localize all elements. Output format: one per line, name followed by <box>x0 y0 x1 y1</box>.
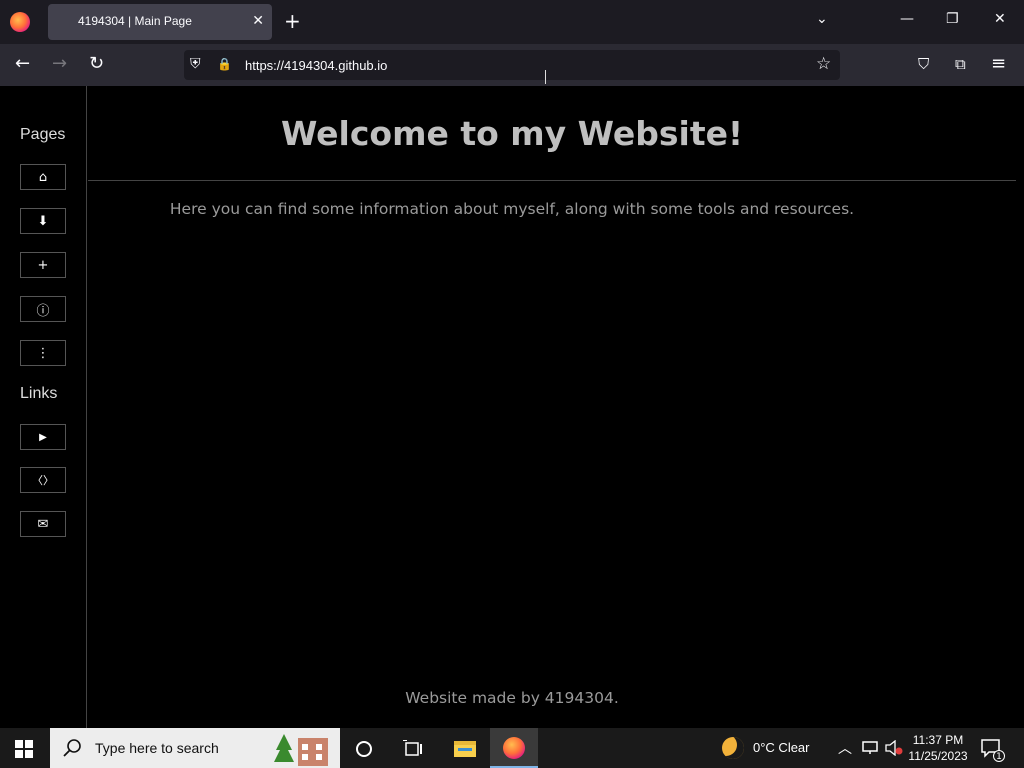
page-content: Pages ⌂ ⬇ + ⓘ ⋮ Links ▶ 〈〉 ✉ Welcome to … <box>0 86 1024 728</box>
firefox-taskbar-button[interactable] <box>490 728 538 768</box>
search-highlight-icon <box>274 734 328 766</box>
home-icon: ⌂ <box>38 169 48 185</box>
windows-start-icon[interactable] <box>15 740 33 758</box>
sidebar-item-plus[interactable]: + <box>20 252 66 278</box>
intro-text: Here you can find some information about… <box>169 200 855 218</box>
info-icon: ⓘ <box>36 303 50 319</box>
notification-count-badge: 1 <box>993 750 1005 762</box>
time-text: 11:37 PM <box>912 733 964 747</box>
restore-button[interactable]: ❐ <box>946 11 959 27</box>
search-placeholder: Type here to search <box>95 740 219 756</box>
sidebar: Pages ⌂ ⬇ + ⓘ ⋮ Links ▶ 〈〉 ✉ <box>0 86 87 728</box>
sidebar-link-play[interactable]: ▶ <box>20 424 66 450</box>
links-heading: Links <box>20 385 58 402</box>
firefox-icon[interactable] <box>10 12 30 32</box>
sidebar-item-home[interactable]: ⌂ <box>20 164 66 190</box>
plus-icon: + <box>37 257 49 273</box>
menu-icon[interactable]: ≡ <box>991 54 1006 74</box>
url-text[interactable]: https://4194304.github.io <box>245 58 387 73</box>
reload-button[interactable]: ↻ <box>89 54 104 74</box>
sidebar-item-download[interactable]: ⬇ <box>20 208 66 234</box>
pocket-icon[interactable]: ⛉ <box>918 54 929 74</box>
volume-muted-icon[interactable] <box>884 740 904 756</box>
close-window-button[interactable]: ✕ <box>994 11 1006 27</box>
file-explorer-icon[interactable] <box>454 739 476 757</box>
moon-weather-icon[interactable] <box>722 737 744 759</box>
cortana-icon[interactable] <box>355 740 373 758</box>
url-bar[interactable]: ⛨ 🔒 https://4194304.github.io ☆ <box>184 50 840 80</box>
sidebar-item-more[interactable]: ⋮ <box>20 340 66 366</box>
tab-main-page[interactable]: 4194304 | Main Page ✕ <box>48 4 272 40</box>
new-tab-button[interactable]: + <box>284 9 301 33</box>
forward-button[interactable]: → <box>52 54 67 74</box>
close-tab-icon[interactable]: ✕ <box>252 13 264 29</box>
taskbar: Type here to search 0°C Clear ︿ 11:37 PM… <box>0 728 1024 768</box>
sidebar-link-code[interactable]: 〈〉 <box>20 467 66 493</box>
code-icon: 〈〉 <box>32 474 54 487</box>
task-view-icon[interactable] <box>403 740 423 758</box>
page-title: Welcome to my Website! <box>280 114 744 153</box>
tab-bar: 4194304 | Main Page ✕ + ⌄ — ❐ ✕ <box>0 0 1024 44</box>
nav-bar: ← → ↻ ⛨ 🔒 https://4194304.github.io ☆ ⛉ … <box>0 44 1024 86</box>
lock-icon[interactable]: 🔒 <box>217 57 232 71</box>
download-icon: ⬇ <box>37 213 49 229</box>
list-all-tabs-icon[interactable]: ⌄ <box>816 11 828 27</box>
divider <box>88 180 1016 181</box>
tab-title: 4194304 | Main Page <box>78 14 192 28</box>
extensions-icon[interactable]: ⧉ <box>955 54 966 74</box>
play-icon: ▶ <box>39 431 47 443</box>
footer-text: Website made by 4194304. <box>405 689 619 707</box>
pages-heading: Pages <box>20 126 66 143</box>
search-icon <box>63 739 81 757</box>
system-clock[interactable]: 11:37 PM 11/25/2023 <box>904 732 972 764</box>
minimize-button[interactable]: — <box>900 11 914 27</box>
network-icon[interactable] <box>861 741 879 755</box>
weather-text[interactable]: 0°C Clear <box>753 740 810 755</box>
chevron-up-icon[interactable]: ︿ <box>838 738 852 758</box>
mail-icon: ✉ <box>37 516 49 532</box>
sidebar-item-info[interactable]: ⓘ <box>20 296 66 322</box>
shield-icon[interactable]: ⛨ <box>190 56 201 72</box>
text-cursor <box>545 70 546 84</box>
bookmark-star-icon[interactable]: ☆ <box>816 54 831 74</box>
date-text: 11/25/2023 <box>908 749 968 763</box>
back-button[interactable]: ← <box>15 54 30 74</box>
firefox-icon <box>503 737 525 759</box>
sidebar-link-mail[interactable]: ✉ <box>20 511 66 537</box>
more-icon: ⋮ <box>36 345 50 361</box>
taskbar-search-input[interactable]: Type here to search <box>50 728 340 768</box>
